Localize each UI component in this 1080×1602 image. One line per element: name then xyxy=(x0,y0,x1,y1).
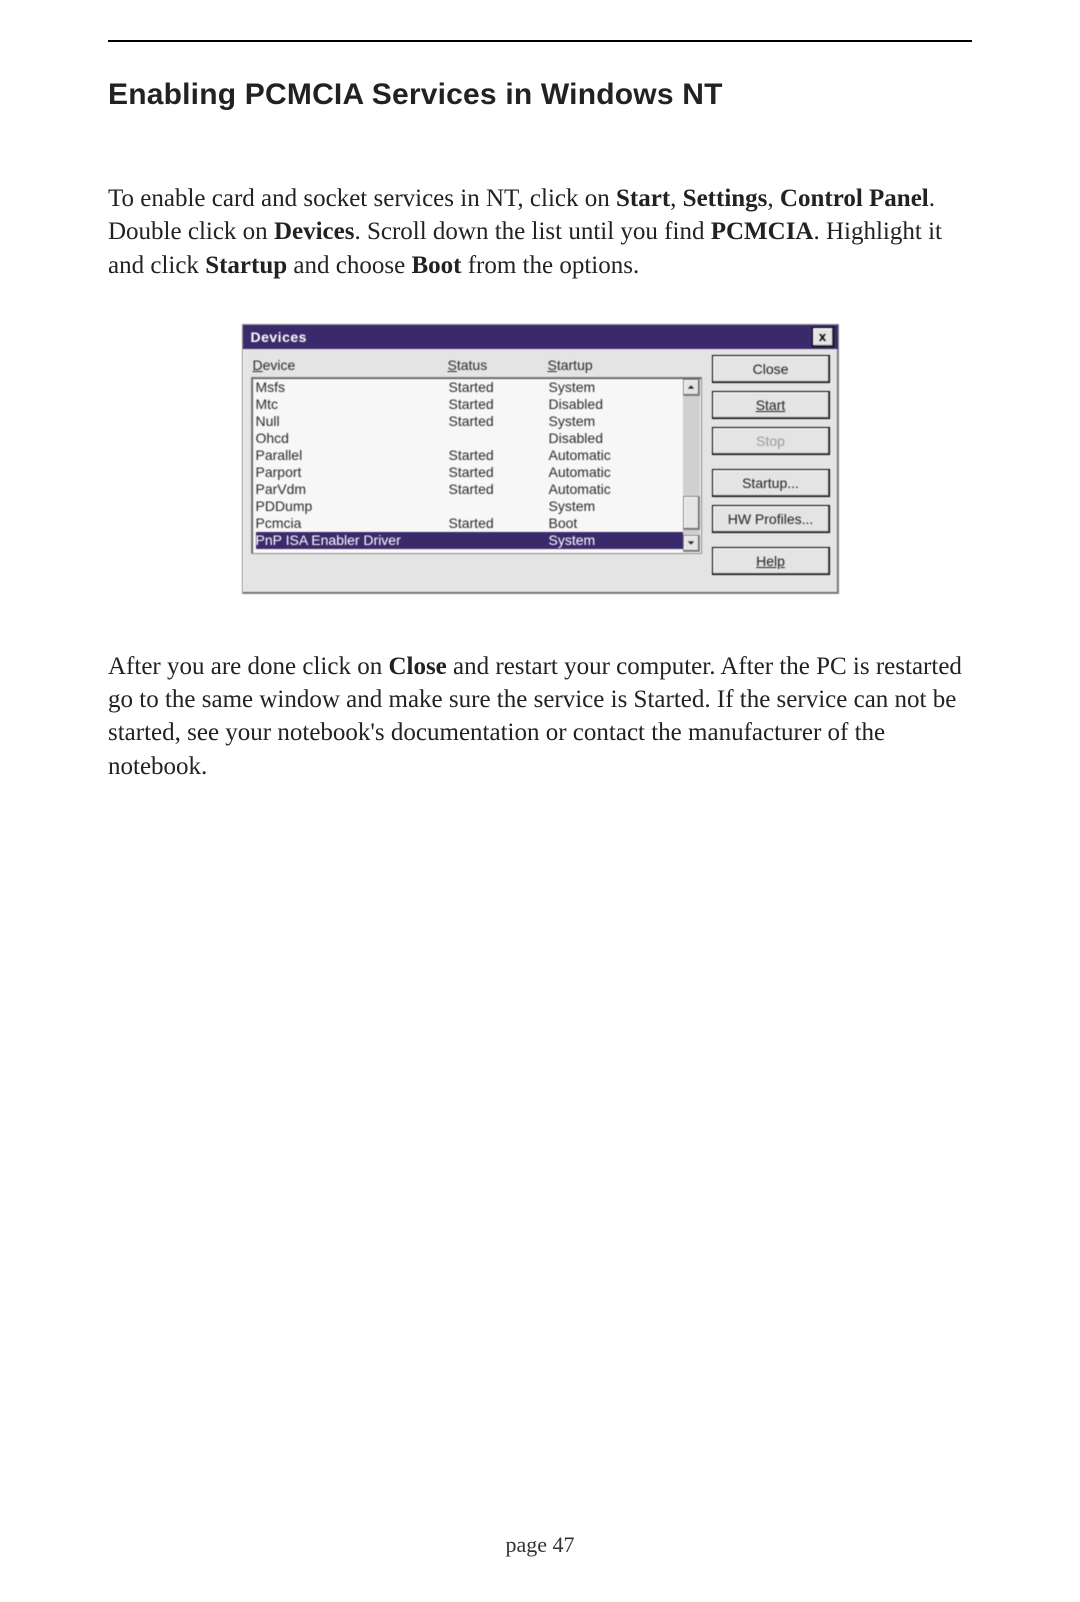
page-title: Enabling PCMCIA Services in Windows NT xyxy=(108,78,972,112)
help-button[interactable]: Help xyxy=(712,547,830,575)
scroll-track[interactable] xyxy=(683,396,700,535)
list-item[interactable]: Ohcd Disabled xyxy=(256,430,683,447)
chevron-up-icon xyxy=(687,383,695,391)
cell-startup: Disabled xyxy=(549,396,683,412)
cell-status: Started xyxy=(449,396,549,412)
cell-device: Null xyxy=(256,413,449,429)
kw-devices: Devices xyxy=(274,218,355,245)
close-icon[interactable]: x xyxy=(812,327,834,347)
cell-device: Pcmcia xyxy=(256,515,449,531)
header-startup: Startup xyxy=(548,357,700,373)
btn-label: Stop xyxy=(756,433,785,449)
kw-start: Start xyxy=(616,185,670,212)
cell-startup: Automatic xyxy=(549,447,683,463)
btn-label: Close xyxy=(753,361,789,377)
text: and choose xyxy=(287,252,411,279)
cell-startup: Boot xyxy=(549,515,683,531)
btn-label: Start xyxy=(756,397,786,413)
cell-startup: Disabled xyxy=(549,430,683,446)
kw-control-panel: Control Panel xyxy=(780,185,929,212)
btn-label: HW Profiles... xyxy=(728,511,814,527)
list-item[interactable]: ParVdmStartedAutomatic xyxy=(256,481,683,498)
cell-startup: System xyxy=(549,532,683,548)
kw-boot: Boot xyxy=(411,252,461,279)
cell-status: Started xyxy=(449,379,549,395)
page-footer: page 47 xyxy=(0,1532,1080,1558)
cell-status: Started xyxy=(449,515,549,531)
cell-device: Mtc xyxy=(256,396,449,412)
cell-startup: Automatic xyxy=(549,481,683,497)
device-listbox[interactable]: MsfsStartedSystemMtcStartedDisabledNullS… xyxy=(251,377,702,554)
list-item[interactable]: NullStartedSystem xyxy=(256,413,683,430)
kw-startup: Startup xyxy=(205,252,287,279)
cell-startup: System xyxy=(549,498,683,514)
dialog-title: Devices xyxy=(251,329,812,345)
top-rule xyxy=(108,40,972,42)
list-item[interactable]: MsfsStartedSystem xyxy=(256,379,683,396)
cell-status: Started xyxy=(449,413,549,429)
scrollbar[interactable] xyxy=(683,379,700,552)
scroll-thumb[interactable] xyxy=(683,496,700,530)
list-item[interactable]: PcmciaStartedBoot xyxy=(256,515,683,532)
list-item[interactable]: MtcStartedDisabled xyxy=(256,396,683,413)
list-item[interactable]: ParallelStartedAutomatic xyxy=(256,447,683,464)
cell-startup: System xyxy=(549,413,683,429)
list-item[interactable]: PDDump System xyxy=(256,498,683,515)
list-headers: Device Status Startup xyxy=(251,355,702,377)
stop-button[interactable]: Stop xyxy=(712,427,830,455)
startup-button[interactable]: Startup... xyxy=(712,469,830,497)
close-x-glyph: x xyxy=(819,329,826,344)
header-status: Status xyxy=(448,357,548,373)
cell-device: PDDump xyxy=(256,498,449,514)
kw-pcmcia: PCMCIA xyxy=(711,218,814,245)
hw-profiles-button[interactable]: HW Profiles... xyxy=(712,505,830,533)
scroll-up-button[interactable] xyxy=(683,379,700,396)
list-item[interactable]: PnP ISA Enabler Driver System xyxy=(256,532,683,549)
text: . Scroll down the list until you find xyxy=(354,218,710,245)
start-button[interactable]: Start xyxy=(712,391,830,419)
cell-status: Started xyxy=(449,481,549,497)
header-device: Device xyxy=(253,357,448,373)
cell-device: ParVdm xyxy=(256,481,449,497)
followup-paragraph: After you are done click on Close and re… xyxy=(108,650,972,783)
cell-device: PnP ISA Enabler Driver xyxy=(256,532,449,548)
cell-device: Parport xyxy=(256,464,449,480)
list-item[interactable]: ParportStartedAutomatic xyxy=(256,464,683,481)
chevron-down-icon xyxy=(687,539,695,547)
text: After you are done click on xyxy=(108,653,388,680)
text: from the options. xyxy=(461,252,639,279)
close-button[interactable]: Close xyxy=(712,355,830,383)
cell-device: Parallel xyxy=(256,447,449,463)
kw-settings: Settings xyxy=(683,185,768,212)
cell-device: Ohcd xyxy=(256,430,449,446)
text: , xyxy=(670,185,683,212)
cell-status: Started xyxy=(449,447,549,463)
devices-dialog: Devices x Device Status Startup MsfsStar… xyxy=(242,324,839,594)
text: , xyxy=(767,185,780,212)
dialog-titlebar[interactable]: Devices x xyxy=(243,325,838,349)
cell-startup: Automatic xyxy=(549,464,683,480)
cell-device: Msfs xyxy=(256,379,449,395)
btn-label: Help xyxy=(756,553,785,569)
scroll-down-button[interactable] xyxy=(683,535,700,552)
cell-status: Started xyxy=(449,464,549,480)
btn-label: Startup... xyxy=(742,475,799,491)
cell-startup: System xyxy=(549,379,683,395)
text: To enable card and socket services in NT… xyxy=(108,185,616,212)
kw-close: Close xyxy=(388,653,446,680)
intro-paragraph: To enable card and socket services in NT… xyxy=(108,182,972,282)
